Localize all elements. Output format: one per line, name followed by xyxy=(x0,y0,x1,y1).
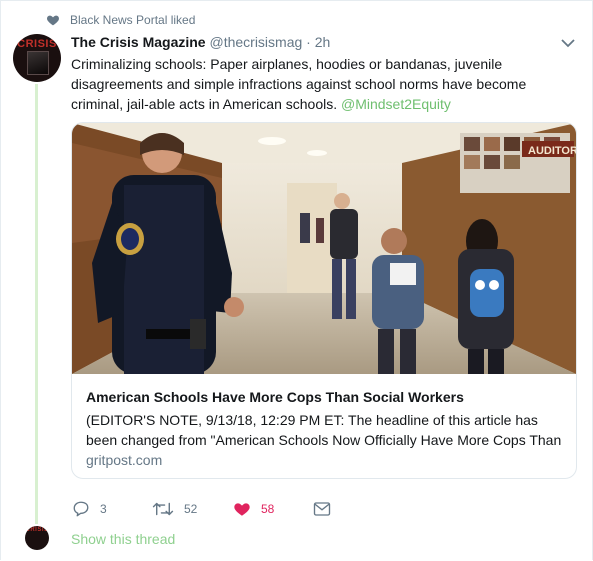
tweet-body: Criminalizing schools: Paper airplanes, … xyxy=(71,56,527,112)
card-domain: gritpost.com xyxy=(86,452,163,468)
link-card[interactable]: AUDITOR American Schools Have More Cops xyxy=(71,122,577,479)
thread-avatar-logo-text: CRISIS xyxy=(25,527,49,533)
thread-avatar[interactable]: CRISIS xyxy=(25,526,49,550)
avatar-logo-text: CRISIS xyxy=(17,38,57,50)
card-photo: AUDITOR xyxy=(72,123,576,374)
avatar-cover-image xyxy=(27,51,49,75)
retweet-icon xyxy=(152,502,174,516)
reply-count: 3 xyxy=(100,502,107,516)
author-name[interactable]: The Crisis Magazine xyxy=(71,34,206,50)
tweet-timestamp[interactable]: 2h xyxy=(315,34,331,50)
like-heart-icon xyxy=(234,503,250,516)
like-button[interactable]: 58 xyxy=(233,498,274,520)
liked-notice-text[interactable]: Black News Portal liked xyxy=(70,13,195,27)
heart-icon xyxy=(47,15,59,26)
retweet-button[interactable]: 52 xyxy=(152,498,197,520)
chevron-down-icon[interactable] xyxy=(561,38,575,48)
tweet-actions: 3 52 58 xyxy=(72,498,372,520)
avatar[interactable]: CRISIS xyxy=(13,34,61,82)
social-context: Black News Portal liked xyxy=(46,11,195,29)
message-icon xyxy=(313,502,331,516)
card-title: American Schools Have More Cops Than Soc… xyxy=(86,389,464,405)
reply-button[interactable]: 3 xyxy=(72,498,107,520)
separator: · xyxy=(306,34,311,50)
card-description: (EDITOR'S NOTE, 9/13/18, 12:29 PM ET: Th… xyxy=(86,412,562,448)
thread-line xyxy=(35,84,38,524)
like-count: 58 xyxy=(261,502,275,516)
show-thread-link[interactable]: Show this thread xyxy=(71,531,175,547)
author-handle[interactable]: @thecrisismag xyxy=(209,34,302,50)
direct-message-button[interactable] xyxy=(313,498,341,520)
tweet-header: The Crisis Magazine @thecrisismag · 2h xyxy=(71,34,330,50)
photo-sign-text: AUDITOR xyxy=(528,145,576,157)
retweet-count: 52 xyxy=(184,502,198,516)
reply-icon xyxy=(73,501,89,517)
mention-link[interactable]: @Mindset2Equity xyxy=(341,96,451,112)
tweet-text: Criminalizing schools: Paper airplanes, … xyxy=(71,54,571,114)
